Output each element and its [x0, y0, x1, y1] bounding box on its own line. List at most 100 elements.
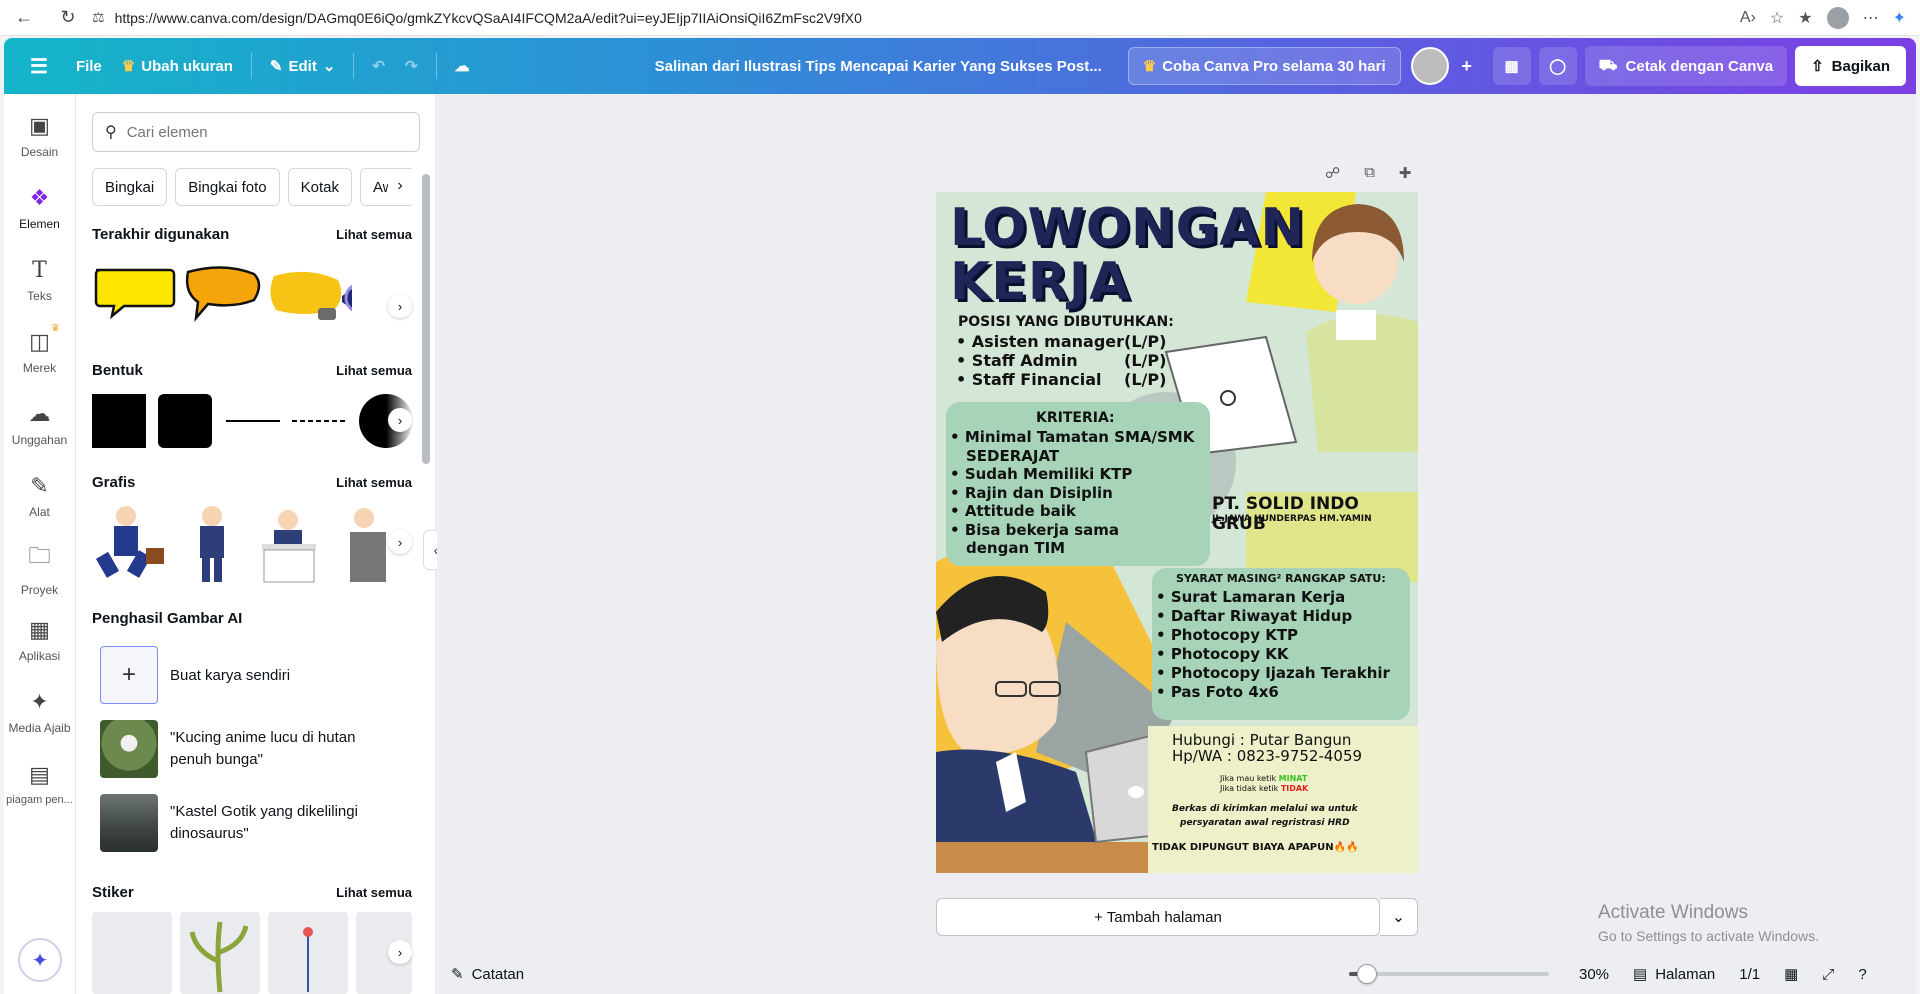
- chip-frames[interactable]: Bingkai: [92, 168, 168, 206]
- chevron-right-icon[interactable]: ›: [388, 940, 412, 964]
- menu-button[interactable]: ☰: [20, 46, 58, 86]
- add-collaborator-button[interactable]: +: [1449, 48, 1485, 84]
- ai-create-own[interactable]: + Buat karya sendiri: [100, 646, 400, 704]
- tools-icon: ✎: [30, 473, 49, 498]
- rail-item-projects[interactable]: 🗀 Proyek: [4, 532, 75, 604]
- design-page[interactable]: LOWONGAN KERJA POSISI YANG DIBUTUHKAN: •…: [936, 192, 1418, 873]
- crown-icon: ♛: [50, 323, 60, 334]
- send-note-1: Berkas di kirimkan melalui wa untuk: [1172, 804, 1358, 814]
- try-pro-button[interactable]: ♛ Coba Canva Pro selama 30 hari: [1127, 47, 1401, 85]
- shape-items[interactable]: [92, 392, 412, 450]
- position-item: Asisten manager: [971, 332, 1125, 351]
- site-info-icon[interactable]: ⚖: [92, 9, 105, 26]
- magic-assistant-button[interactable]: ✦: [18, 938, 62, 982]
- pages-button[interactable]: ▤ Halaman: [1633, 965, 1715, 984]
- ai-prompt-cat[interactable]: "Kucing anime lucu di hutan penuh bunga": [100, 720, 400, 778]
- add-page-dropdown[interactable]: ⌄: [1380, 898, 1418, 936]
- fullscreen-icon[interactable]: ⤢: [1822, 966, 1834, 983]
- redo-button[interactable]: ↷: [395, 46, 428, 86]
- sparkle-icon: ✦: [31, 949, 49, 972]
- chevron-right-icon[interactable]: ›: [388, 408, 412, 432]
- copilot-icon[interactable]: ✦: [1893, 8, 1906, 28]
- rail-item-design[interactable]: ▣ Desain: [4, 100, 75, 172]
- rail-item-tools[interactable]: ✎ Alat: [4, 460, 75, 532]
- insights-button[interactable]: ▦: [1492, 47, 1531, 85]
- see-all-link[interactable]: Lihat semua: [336, 227, 412, 242]
- upload-icon: ☁: [28, 401, 51, 426]
- contact-block: Hubungi : Putar Bangun Hp/WA : 0823-9752…: [1172, 732, 1362, 764]
- requirement-item: Photocopy Ijazah Terakhir: [1170, 664, 1390, 682]
- recent-items[interactable]: [92, 262, 352, 326]
- see-all-link[interactable]: Lihat semua: [336, 363, 412, 378]
- rail-item-uploads[interactable]: ☁ Unggahan: [4, 388, 75, 460]
- zoom-slider-knob[interactable]: [1356, 964, 1377, 984]
- read-aloud-icon[interactable]: A›: [1740, 9, 1756, 27]
- chip-photo-frames[interactable]: Bingkai foto: [175, 168, 280, 206]
- section-title: Stiker: [92, 884, 134, 901]
- rail-item-certificate[interactable]: ▤ piagam pen...: [4, 748, 75, 820]
- chevron-right-icon[interactable]: ›: [388, 174, 412, 198]
- sticker-items[interactable]: [92, 912, 412, 994]
- criteria-heading: KRITERIA:: [1036, 410, 1115, 426]
- lock-icon[interactable]: ☍: [1325, 164, 1340, 182]
- collaborator-avatar[interactable]: [1410, 47, 1449, 85]
- cloud-save-button[interactable]: ☁: [445, 46, 480, 86]
- company-address: JL.JAWA HUNDERPAS HM.YAMIN: [1212, 514, 1372, 524]
- section-ai: Penghasil Gambar AI: [92, 610, 412, 627]
- chip-box[interactable]: Kotak: [287, 168, 352, 206]
- favorites-icon[interactable]: ★: [1798, 8, 1812, 28]
- profile-avatar[interactable]: [1826, 6, 1849, 29]
- duplicate-icon[interactable]: ⧉: [1364, 164, 1375, 182]
- print-with-canva-button[interactable]: ⛟ Cetak dengan Canva: [1584, 46, 1788, 86]
- zoom-percentage[interactable]: 30%: [1579, 966, 1609, 983]
- chevron-right-icon[interactable]: ›: [388, 530, 412, 554]
- left-rail: ▣ Desain ❖ Elemen T Teks ◫ ♛ Merek ☁ Unggahan …: [4, 94, 76, 994]
- add-page-button[interactable]: + Tambah halaman: [936, 898, 1380, 936]
- note-text: Jika mau ketik: [1220, 774, 1279, 783]
- panel-scrollbar[interactable]: [422, 174, 430, 464]
- chevron-right-icon[interactable]: ›: [388, 294, 412, 318]
- add-page-icon[interactable]: ✚: [1399, 164, 1412, 182]
- graphic-items[interactable]: [92, 502, 412, 584]
- browser-toolbar: ← ↻ ⚖ https://www.canva.com/design/DAGmq…: [0, 0, 1920, 36]
- rail-label: piagam pen...: [6, 794, 73, 806]
- search-box[interactable]: ⚲: [92, 112, 420, 152]
- crown-icon: ♛: [121, 58, 136, 75]
- rail-item-text[interactable]: T Teks: [4, 244, 75, 316]
- more-icon[interactable]: ⋯: [1863, 8, 1879, 28]
- section-recent: Terakhir digunakan Lihat semua: [92, 226, 412, 243]
- ai-prompt-label: "Kucing anime lucu di hutan penuh bunga": [170, 729, 356, 768]
- activate-title: Activate Windows: [1598, 902, 1748, 923]
- windows-activation-watermark: Activate Windows Go to Settings to activ…: [1598, 902, 1819, 944]
- see-all-link[interactable]: Lihat semua: [336, 475, 412, 490]
- share-button[interactable]: ⇧ Bagikan: [1795, 46, 1906, 86]
- notes-label: Catatan: [471, 965, 525, 983]
- help-icon[interactable]: ?: [1858, 966, 1866, 983]
- divider: [435, 53, 437, 79]
- design-title[interactable]: Salinan dari Ilustrasi Tips Mencapai Kar…: [655, 58, 1102, 75]
- rail-item-brand[interactable]: ◫ ♛ Merek: [4, 316, 75, 388]
- magic-media-icon: ✦: [30, 689, 49, 714]
- page-count: 1/1: [1739, 965, 1761, 983]
- zoom-slider[interactable]: [1349, 964, 1549, 984]
- address-bar[interactable]: ⚖ https://www.canva.com/design/DAGmq0E6i…: [92, 4, 1740, 32]
- rail-item-elements[interactable]: ❖ Elemen: [4, 172, 75, 244]
- ai-prompt-castle[interactable]: "Kastel Gotik yang dikelilingi dinosauru…: [100, 794, 400, 852]
- undo-button[interactable]: ↶: [362, 46, 395, 86]
- rail-item-apps[interactable]: ▦ Aplikasi: [4, 604, 75, 676]
- rail-label: Teks: [27, 288, 52, 303]
- search-input[interactable]: [126, 123, 419, 141]
- rail-item-magic-media[interactable]: ✦ Media Ajaib: [4, 676, 75, 748]
- reload-icon[interactable]: ↻: [54, 4, 82, 32]
- see-all-link[interactable]: Lihat semua: [336, 885, 412, 900]
- grid-view-icon[interactable]: ▦: [1784, 965, 1798, 983]
- notes-button[interactable]: ✎ Catatan: [451, 965, 525, 984]
- resize-button[interactable]: ♛ Ubah ukuran: [112, 46, 243, 86]
- positions-list: • Asisten manager • Staff Admin • Staff …: [956, 332, 1125, 389]
- file-menu[interactable]: File: [66, 46, 112, 86]
- back-icon[interactable]: ←: [10, 4, 38, 32]
- edit-menu[interactable]: ✎ Edit ⌄: [260, 46, 346, 86]
- comments-button[interactable]: ◯: [1538, 47, 1577, 85]
- bar-chart-icon: ▦: [1504, 58, 1519, 75]
- favorite-star-icon[interactable]: ☆: [1770, 8, 1784, 28]
